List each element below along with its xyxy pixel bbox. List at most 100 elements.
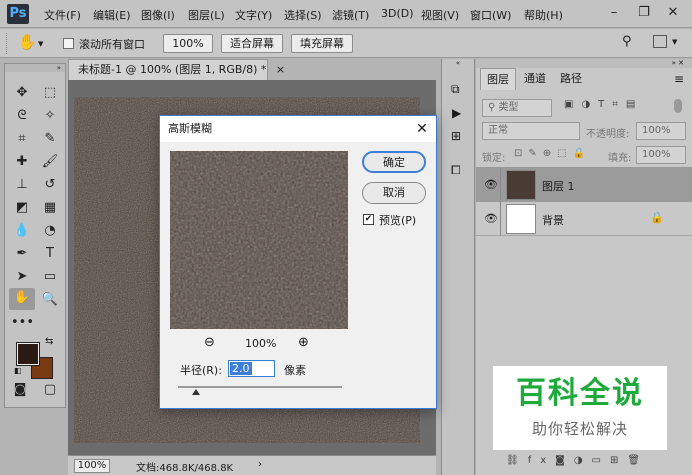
cancel-button[interactable]: 取消 — [362, 182, 426, 204]
quick-mask-icon[interactable]: ◙ — [9, 380, 31, 400]
workspace-icon[interactable] — [653, 35, 667, 48]
clone-stamp-icon[interactable]: ⊥ — [11, 175, 33, 195]
tab-layers[interactable]: 图层 — [480, 68, 516, 90]
type-tool-icon[interactable]: T — [39, 244, 61, 264]
pen-tool-icon[interactable]: ✒ — [11, 244, 33, 264]
blur-preview[interactable] — [170, 151, 348, 329]
radius-slider-track[interactable] — [178, 386, 342, 388]
foreground-color-swatch[interactable] — [16, 342, 40, 366]
layer-kind-label: 类型 — [498, 102, 519, 113]
zoom-out-icon[interactable]: ⊖ — [204, 335, 215, 350]
scroll-all-label: 滚动所有窗口 — [79, 38, 145, 51]
close-icon[interactable]: ✕ — [662, 3, 684, 23]
fit-screen-button[interactable]: 适合屏幕 — [221, 34, 283, 53]
menu-help[interactable]: 帮助(H) — [524, 7, 563, 23]
glyphs-icon[interactable]: ⧠ — [451, 163, 461, 178]
hand-tool-icon[interactable]: ✋ — [9, 288, 35, 310]
layer-footer-icons[interactable]: ⛓fx◙◑▭⊞🗑 — [506, 455, 649, 466]
screen-mode-icon[interactable]: ▢ — [39, 380, 61, 400]
menu-select[interactable]: 选择(S) — [284, 7, 322, 23]
menu-view[interactable]: 视图(V) — [421, 7, 459, 23]
mini-collapse-icon[interactable]: « — [442, 59, 474, 68]
fill-screen-button[interactable]: 填充屏幕 — [291, 34, 353, 53]
document-tab[interactable]: 未标题-1 @ 100% (图层 1, RGB/8) * × — [68, 59, 285, 80]
actions-play-icon[interactable]: ▶ — [452, 106, 461, 120]
menu-file[interactable]: 文件(F) — [44, 7, 81, 23]
lasso-tool-icon[interactable]: ᘓ — [11, 106, 33, 126]
default-colors-icon[interactable]: ◧ — [14, 366, 22, 375]
layer-row-layer1[interactable]: 👁 图层 1 — [476, 168, 692, 202]
visibility-eye-icon[interactable]: 👁 — [484, 178, 498, 192]
dodge-tool-icon[interactable]: ◔ — [39, 221, 61, 241]
document-tab-close-icon[interactable]: × — [276, 63, 285, 76]
tools-panel: » ✥ ⬚ ᘓ ✧ ⌗ ✎ ✚ 🖌 ⊥ ↺ ◩ ▦ 💧 ◔ ✒ T ➤ ▭ ✋ … — [4, 63, 66, 408]
opacity-field[interactable]: 100% — [636, 122, 686, 140]
status-doc-size: 文档:468.8K/468.8K — [136, 463, 234, 474]
layer-row-background[interactable]: 👁 背景 🔒 — [476, 202, 692, 236]
panel-menu-icon[interactable]: ≡ — [674, 72, 684, 86]
scroll-all-checkbox[interactable] — [63, 38, 74, 49]
layers-collapse-icon[interactable]: » ✕ — [476, 59, 692, 68]
layer-thumbnail — [506, 204, 536, 234]
dialog-zoom-value: 100% — [245, 337, 277, 350]
hand-tool-preset-icon[interactable]: ✋ — [18, 33, 37, 51]
zoom-in-icon[interactable]: ⊕ — [298, 335, 309, 350]
divider — [500, 168, 501, 202]
tab-channels[interactable]: 通道 — [518, 68, 552, 90]
minimize-icon[interactable]: – — [603, 3, 625, 23]
radius-value: 2.0 — [230, 362, 252, 375]
zoom-tool-icon[interactable]: 🔍 — [39, 290, 61, 310]
properties-icon[interactable]: ⊞ — [451, 129, 461, 143]
preview-noise — [170, 151, 348, 329]
preview-checkbox[interactable]: ✔ — [363, 214, 374, 225]
swap-colors-icon[interactable]: ⇆ — [45, 336, 53, 347]
divider — [500, 202, 501, 236]
ok-button[interactable]: 确定 — [362, 151, 426, 173]
search-icon[interactable]: ⚲ — [622, 34, 632, 49]
layer-name[interactable]: 图层 1 — [542, 178, 575, 194]
blur-tool-icon[interactable]: 💧 — [11, 221, 33, 241]
menu-filter[interactable]: 滤镜(T) — [332, 7, 369, 23]
blend-mode-select[interactable]: 正常 — [482, 122, 580, 140]
menu-layer[interactable]: 图层(L) — [188, 7, 225, 23]
layer-thumbnail — [506, 170, 536, 200]
fill-field[interactable]: 100% — [636, 146, 686, 164]
menu-3d[interactable]: 3D(D) — [381, 7, 414, 20]
path-select-icon[interactable]: ➤ — [11, 267, 33, 287]
eraser-tool-icon[interactable]: ◩ — [11, 198, 33, 218]
radius-input[interactable]: 2.0 — [228, 360, 275, 377]
status-arrow-icon[interactable]: › — [258, 459, 262, 470]
gradient-tool-icon[interactable]: ▦ — [39, 198, 61, 218]
dialog-close-icon[interactable]: ✕ — [412, 120, 432, 138]
lock-icons[interactable]: ⊡✎⊕⬚🔒 — [514, 148, 591, 159]
crop-tool-icon[interactable]: ⌗ — [11, 129, 33, 149]
chevron-down-icon[interactable]: ▼ — [38, 40, 43, 48]
zoom-100-button[interactable]: 100% — [163, 34, 213, 53]
history-icon[interactable]: ⧉ — [451, 82, 460, 97]
brush-tool-icon[interactable]: 🖌 — [39, 152, 61, 172]
tools-collapse-icon[interactable]: » — [5, 64, 65, 72]
menu-type[interactable]: 文字(Y) — [235, 7, 272, 23]
layer-name[interactable]: 背景 — [542, 212, 564, 228]
filter-toggle[interactable] — [674, 99, 682, 113]
layer-kind-filter[interactable]: ⚲ 类型 — [482, 99, 552, 117]
tab-paths[interactable]: 路径 — [554, 68, 588, 90]
more-tools-icon[interactable]: ••• — [11, 313, 34, 333]
visibility-eye-icon[interactable]: 👁 — [484, 212, 498, 226]
move-tool-icon[interactable]: ✥ — [11, 83, 33, 103]
filter-icons[interactable]: ▣◑T⌗▤ — [564, 99, 643, 110]
menu-image[interactable]: 图像(I) — [141, 7, 175, 23]
panel-grip[interactable] — [6, 33, 9, 54]
history-brush-icon[interactable]: ↺ — [39, 175, 61, 195]
radius-slider-thumb[interactable] — [192, 389, 201, 395]
restore-icon[interactable]: ❐ — [633, 3, 655, 23]
menu-edit[interactable]: 编辑(E) — [93, 7, 131, 23]
healing-brush-icon[interactable]: ✚ — [11, 152, 33, 172]
workspace-chevron-icon[interactable]: ▼ — [672, 38, 677, 46]
menu-window[interactable]: 窗口(W) — [470, 7, 511, 23]
eyedropper-icon[interactable]: ✎ — [39, 129, 61, 149]
marquee-tool-icon[interactable]: ⬚ — [39, 83, 61, 103]
magic-wand-icon[interactable]: ✧ — [39, 106, 61, 126]
status-zoom-field[interactable]: 100% — [74, 459, 110, 473]
shape-tool-icon[interactable]: ▭ — [39, 267, 61, 287]
